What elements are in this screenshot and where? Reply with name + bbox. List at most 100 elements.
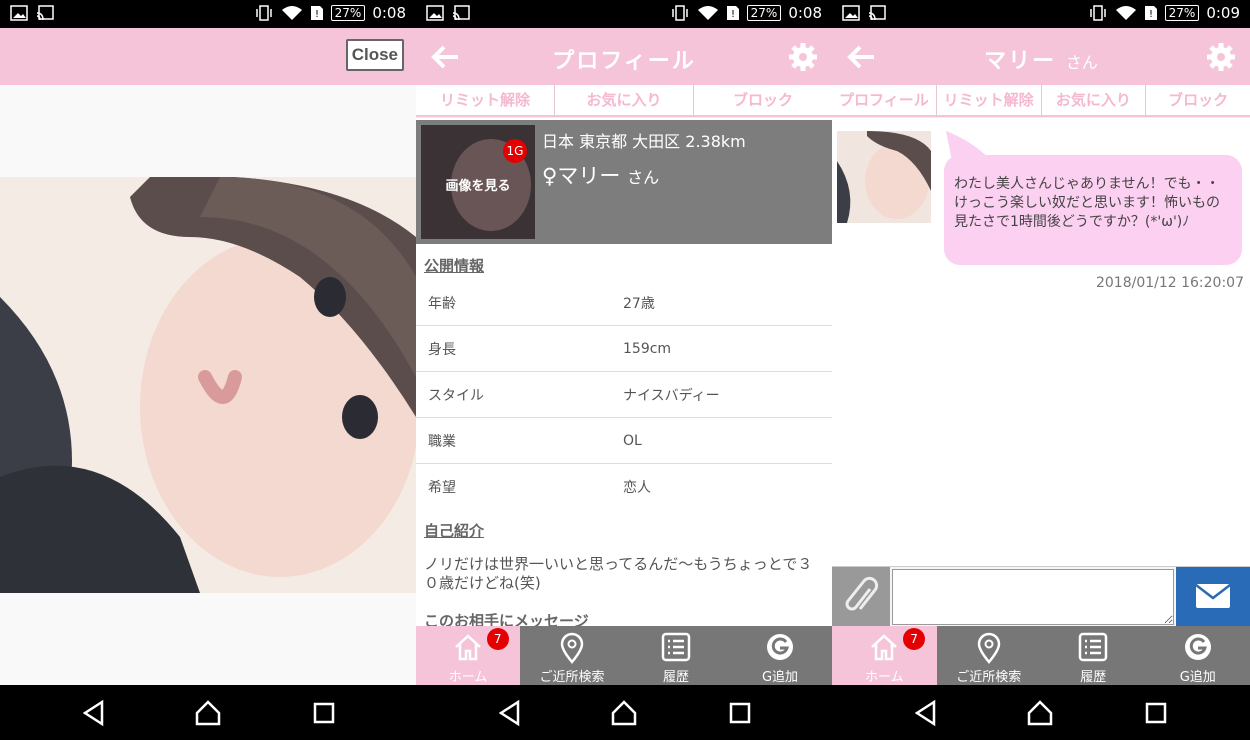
location-distance: 日本 東京都 大田区 2.38km <box>542 132 746 151</box>
chat-partner-name: マリー さん <box>832 43 1250 75</box>
info-key: 身長 <box>428 341 456 358</box>
chat-action-tabs: プロフィール リミット解除 お気に入り ブロック <box>832 85 1250 118</box>
system-nav-group <box>832 685 1248 740</box>
nav-g-add[interactable]: G追加 <box>1146 626 1250 685</box>
gear-icon[interactable] <box>1206 42 1236 72</box>
public-info-title: 公開情報 <box>424 257 485 275</box>
send-button[interactable] <box>1176 567 1250 627</box>
nav-label: 履歴 <box>662 670 689 685</box>
g-coin-icon <box>767 634 793 660</box>
nav-history[interactable]: 履歴 <box>624 626 728 685</box>
g-badge: 1G <box>503 139 527 163</box>
tab-favorite[interactable]: お気に入り <box>555 85 694 117</box>
nav-label: ご近所検索 <box>956 670 1022 685</box>
bottom-nav: 7 ホーム ご近所検索 履歴 G追加 <box>832 626 1250 685</box>
partner-avatar[interactable] <box>837 131 931 223</box>
nav-history[interactable]: 履歴 <box>1041 626 1146 685</box>
tab-limit-unlock[interactable]: リミット解除 <box>936 85 1042 117</box>
info-value: OL <box>623 432 642 449</box>
home-circle-icon[interactable] <box>1026 699 1054 727</box>
nav-label: ホーム <box>448 670 488 685</box>
nav-nearby-search[interactable]: ご近所検索 <box>520 626 624 685</box>
home-circle-icon[interactable] <box>194 699 222 727</box>
g-coin-icon <box>1184 634 1211 660</box>
image-icon <box>10 5 28 21</box>
compose-bar <box>832 566 1250 627</box>
bottom-nav: 7 ホーム ご近所検索 履歴 G追加 <box>416 626 832 685</box>
message-bubble: わたし美人さんじゃありません！でも・・けっこう楽しい奴だと思います！怖いもの見た… <box>944 155 1242 265</box>
nav-g-add[interactable]: G追加 <box>728 626 832 685</box>
tab-block[interactable]: ブロック <box>694 85 832 117</box>
view-image-label: 画像を見る <box>445 179 511 194</box>
system-nav-group <box>416 685 832 740</box>
nav-home[interactable]: 7 ホーム <box>416 626 520 685</box>
status-bar-3: ! 27% 0:09 <box>832 0 1250 28</box>
svg-text:!: ! <box>315 9 319 20</box>
message-input[interactable] <box>892 569 1174 625</box>
partner-name-text: マリー <box>984 49 1057 74</box>
tab-block[interactable]: ブロック <box>1146 85 1250 117</box>
back-triangle-icon[interactable] <box>912 699 940 727</box>
home-circle-icon[interactable] <box>610 699 638 727</box>
tab-limit-unlock[interactable]: リミット解除 <box>416 85 555 117</box>
back-triangle-icon[interactable] <box>80 699 108 727</box>
profile-thumbnail[interactable]: 画像を見る 1G <box>421 125 535 239</box>
tab-profile[interactable]: プロフィール <box>832 85 937 117</box>
name-suffix: さん <box>627 168 660 187</box>
wifi-icon <box>281 6 302 20</box>
table-row: 年齢 27歳 <box>416 280 832 326</box>
info-value: ナイスバディー <box>623 387 720 404</box>
cast-icon <box>868 5 886 21</box>
table-row: スタイル ナイスバディー <box>416 372 832 418</box>
cast-icon <box>452 5 470 21</box>
close-button[interactable]: Close <box>345 39 404 71</box>
info-value: 恋人 <box>623 480 651 496</box>
svg-text:!: ! <box>731 9 735 20</box>
status-bar-1: ! 27% 0:08 <box>0 0 416 28</box>
wifi-icon <box>1115 6 1136 20</box>
nav-home[interactable]: 7 ホーム <box>832 626 937 685</box>
home-badge: 7 <box>903 628 926 650</box>
home-badge: 7 <box>486 628 509 650</box>
table-row: 希望 恋人 <box>416 464 832 510</box>
recents-square-icon[interactable] <box>310 699 338 727</box>
back-triangle-icon[interactable] <box>496 699 524 727</box>
sim-alert-icon: ! <box>310 6 323 20</box>
profile-card: 画像を見る 1G 日本 東京都 大田区 2.38km ♀マリー さん <box>416 120 832 244</box>
svg-text:!: ! <box>1149 9 1153 20</box>
public-info-table: 年齢 27歳 身長 159cm スタイル ナイスバディー 職業 OL 希望 恋人 <box>416 280 832 510</box>
profile-screen: プロフィール リミット解除 お気に入り ブロック 画像を見る 1G 日本 東京都… <box>416 28 832 685</box>
wifi-icon <box>697 6 718 20</box>
list-icon <box>661 632 691 662</box>
vibrate-icon <box>1089 5 1106 21</box>
recents-square-icon[interactable] <box>726 699 754 727</box>
clock: 0:08 <box>788 4 822 22</box>
photo-viewer-screen: Close <box>0 28 416 685</box>
image-icon <box>426 5 444 21</box>
chat-screen: マリー さん プロフィール リミット解除 お気に入り ブロック わたし美人さんじ… <box>832 28 1250 685</box>
tab-favorite[interactable]: お気に入り <box>1041 85 1147 117</box>
battery-indicator: 27% <box>330 5 366 21</box>
nav-nearby-search[interactable]: ご近所検索 <box>937 626 1042 685</box>
attach-button[interactable] <box>832 567 890 627</box>
status-bar: ! 27% 0:08 ! 27% 0:08 ! 27% 0:09 <box>0 0 1250 28</box>
battery-indicator: 27% <box>746 5 782 21</box>
avatar-image <box>837 131 931 223</box>
profile-action-tabs: リミット解除 お気に入り ブロック <box>416 85 832 118</box>
clock: 0:09 <box>1206 4 1240 22</box>
portrait-image <box>0 177 416 593</box>
recents-square-icon[interactable] <box>1142 699 1170 727</box>
gear-icon[interactable] <box>788 42 818 72</box>
clock: 0:08 <box>372 4 406 22</box>
vibrate-icon <box>671 5 688 21</box>
envelope-icon <box>1195 584 1231 608</box>
sim-alert-icon: ! <box>1144 6 1157 20</box>
home-icon <box>455 634 481 661</box>
location-pin-icon <box>560 632 584 664</box>
info-key: スタイル <box>428 387 484 404</box>
status-bar-2: ! 27% 0:08 <box>416 0 832 28</box>
intro-title: 自己紹介 <box>424 522 485 540</box>
partner-name-suffix: さん <box>1065 53 1098 72</box>
nav-label: G追加 <box>761 670 799 685</box>
list-icon <box>1079 632 1108 662</box>
